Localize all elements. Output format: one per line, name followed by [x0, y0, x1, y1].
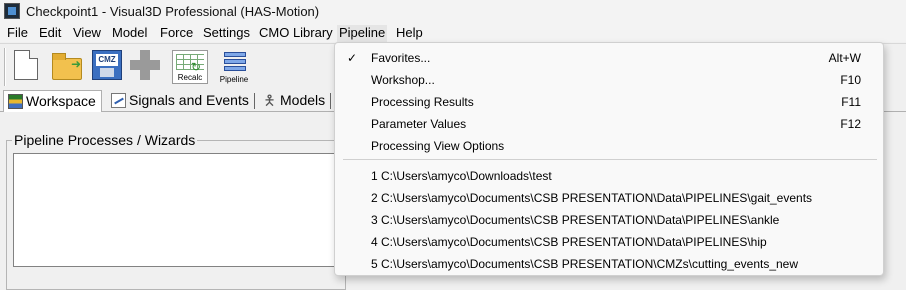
open-file-button[interactable]: ➜: [50, 48, 82, 84]
menu-edit[interactable]: Edit: [37, 25, 63, 42]
menu-item-parameter-values[interactable]: Parameter Values F12: [335, 113, 883, 135]
save-cmz-button[interactable]: CMZ: [90, 48, 122, 84]
recalc-label: Recalc: [177, 73, 203, 82]
menu-cmo-library[interactable]: CMO Library: [257, 25, 335, 42]
menu-file[interactable]: File: [5, 25, 30, 42]
menu-item-processing-results[interactable]: Processing Results F11: [335, 91, 883, 113]
group-title: Pipeline Processes / Wizards: [12, 132, 198, 148]
recent-pipeline-item[interactable]: 1 C:\Users\amyco\Downloads\test: [335, 165, 883, 187]
check-icon: ✓: [347, 51, 358, 65]
new-file-button[interactable]: [10, 48, 42, 84]
shortcut-label: F11: [841, 95, 861, 109]
model-figure-icon: 🯅: [263, 92, 276, 108]
menu-item-workshop[interactable]: Workshop... F10: [335, 69, 883, 91]
save-cmz-icon: CMZ: [92, 50, 122, 80]
window-title: Checkpoint1 - Visual3D Professional (HAS…: [26, 4, 320, 19]
menu-help[interactable]: Help: [394, 25, 425, 42]
menu-item-favorites[interactable]: ✓ Favorites... Alt+W: [335, 47, 883, 69]
tab-models[interactable]: 🯅 Models: [258, 90, 330, 112]
pipeline-menu-dropdown: ✓ Favorites... Alt+W Workshop... F10 Pro…: [334, 42, 884, 276]
pipeline-label: Pipeline: [219, 75, 249, 84]
workspace-icon: [8, 94, 23, 109]
pipeline-icon: Pipeline: [218, 50, 250, 84]
recent-pipeline-item[interactable]: 2 C:\Users\amyco\Documents\CSB PRESENTAT…: [335, 187, 883, 209]
menu-model[interactable]: Model: [110, 25, 149, 42]
shortcut-label: Alt+W: [828, 51, 861, 65]
recalc-button[interactable]: ↻ Recalc: [172, 48, 210, 84]
visual3d-app-icon: [4, 3, 20, 19]
menu-view[interactable]: View: [71, 25, 103, 42]
title-bar: Checkpoint1 - Visual3D Professional (HAS…: [0, 0, 906, 23]
tab-signals-label: Signals and Events: [129, 92, 249, 108]
menu-pipeline[interactable]: Pipeline: [337, 25, 388, 42]
pipeline-process-list[interactable]: [13, 153, 343, 267]
recent-pipeline-item[interactable]: 3 C:\Users\amyco\Documents\CSB PRESENTAT…: [335, 209, 883, 231]
puzzle-icon: [130, 50, 160, 80]
recalc-icon: ↻ Recalc: [172, 50, 208, 84]
recent-pipeline-item[interactable]: 5 C:\Users\amyco\Documents\CSB PRESENTAT…: [335, 253, 883, 275]
shortcut-label: F12: [840, 117, 861, 131]
open-folder-icon: ➜: [52, 53, 82, 80]
menu-settings[interactable]: Settings: [201, 25, 252, 42]
tab-divider: [330, 93, 331, 109]
signals-icon: [111, 93, 126, 108]
menu-force[interactable]: Force: [158, 25, 195, 42]
tab-signals-and-events[interactable]: Signals and Events: [107, 90, 253, 112]
toolbar-grip: [4, 48, 6, 86]
tab-models-label: Models: [280, 92, 326, 108]
tab-workspace[interactable]: Workspace: [3, 90, 102, 112]
new-document-icon: [14, 50, 38, 80]
menu-item-processing-view-options[interactable]: Processing View Options: [335, 135, 883, 157]
menu-bar: File Edit View Model Force Settings CMO …: [0, 23, 906, 42]
plugin-button[interactable]: [128, 48, 160, 84]
tab-workspace-label: Workspace: [26, 93, 96, 109]
tab-divider: [254, 93, 255, 109]
shortcut-label: F10: [840, 73, 861, 87]
menu-separator: [343, 159, 877, 160]
pipeline-button[interactable]: Pipeline: [218, 48, 250, 84]
recent-pipeline-item[interactable]: 4 C:\Users\amyco\Documents\CSB PRESENTAT…: [335, 231, 883, 253]
